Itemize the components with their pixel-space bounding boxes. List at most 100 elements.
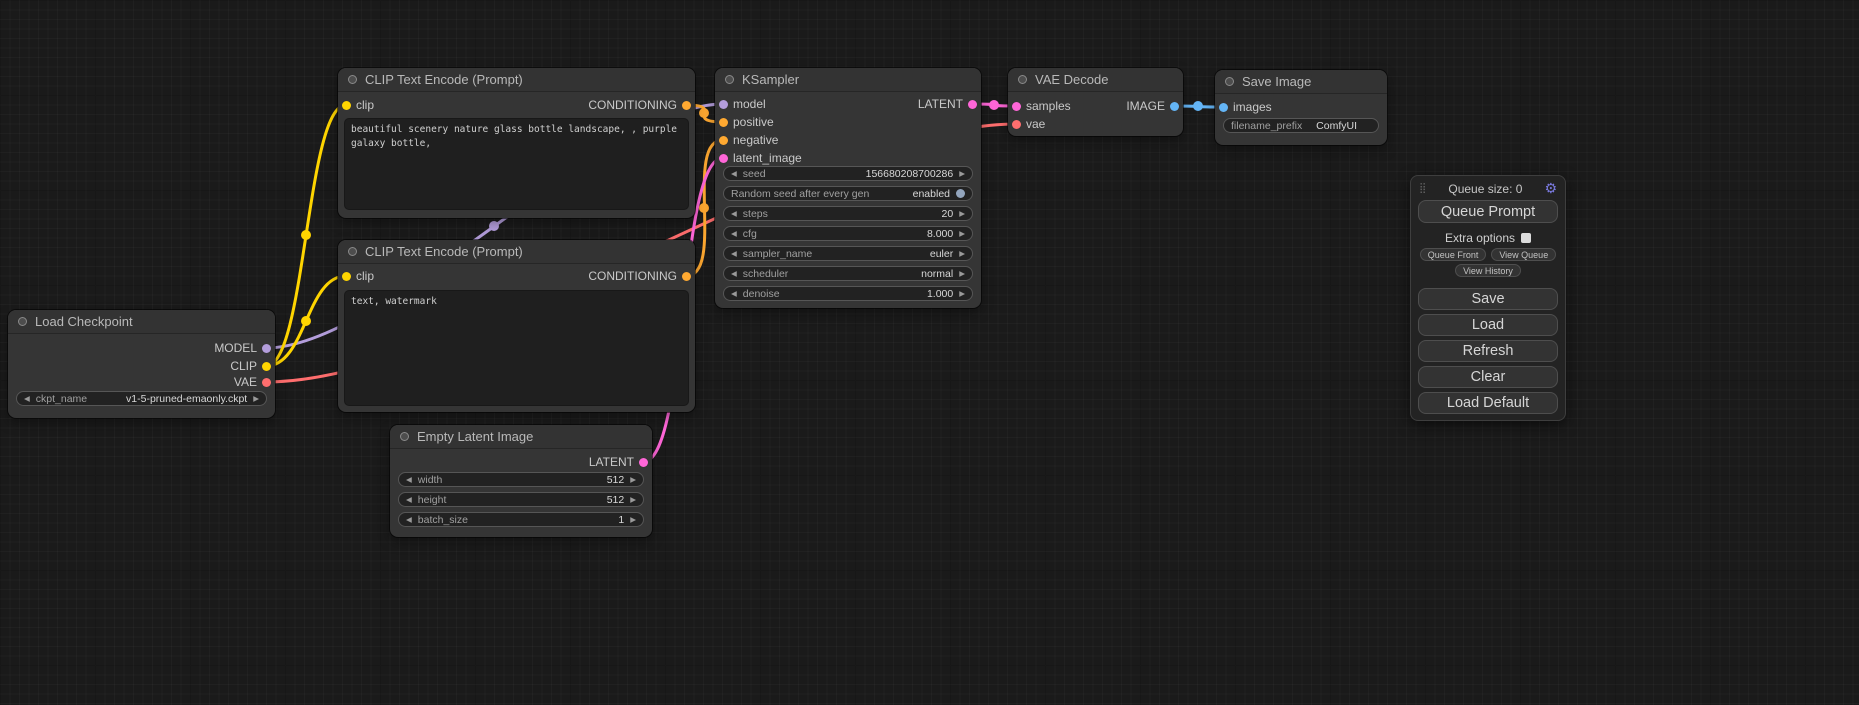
widget-cfg[interactable]: ◀ cfg 8.000 ▶	[723, 226, 973, 241]
queue-prompt-button[interactable]: Queue Prompt	[1418, 200, 1558, 223]
output-dot-vae[interactable]	[262, 378, 271, 387]
increment-arrow-icon[interactable]: ▶	[630, 516, 636, 524]
wire-midpoint-dot[interactable]	[989, 100, 999, 110]
increment-arrow-icon[interactable]: ▶	[959, 270, 965, 278]
input-dot-clip[interactable]	[342, 101, 351, 110]
input-dot-images[interactable]	[1219, 103, 1228, 112]
clear-button[interactable]: Clear	[1418, 366, 1558, 388]
node-collapse-dot[interactable]	[725, 75, 734, 84]
widget-sampler-name[interactable]: ◀ sampler_name euler ▶	[723, 246, 973, 261]
widget-steps[interactable]: ◀ steps 20 ▶	[723, 206, 973, 221]
toggle-knob[interactable]	[956, 189, 965, 198]
node-title-bar[interactable]: VAE Decode	[1008, 68, 1183, 92]
node-title-bar[interactable]: Save Image	[1215, 70, 1387, 94]
node-vae-decode[interactable]: VAE Decode samples vae IMAGE	[1008, 68, 1183, 136]
prompt-textarea[interactable]: text, watermark	[344, 290, 689, 406]
increment-arrow-icon[interactable]: ▶	[959, 170, 965, 178]
wire-midpoint-dot[interactable]	[301, 316, 311, 326]
input-dot-negative[interactable]	[719, 136, 728, 145]
input-label: samples	[1026, 99, 1071, 113]
wire-midpoint-dot[interactable]	[699, 108, 709, 118]
output-dot-conditioning[interactable]	[682, 101, 691, 110]
increment-arrow-icon[interactable]: ▶	[959, 290, 965, 298]
drag-handle-icon[interactable]: ⣿	[1419, 184, 1426, 194]
widget-width[interactable]: ◀ width 512 ▶	[398, 472, 644, 487]
node-graph-canvas[interactable]: Load Checkpoint MODEL CLIP VAE ◀ ckpt_na…	[0, 0, 1859, 705]
node-load-checkpoint[interactable]: Load Checkpoint MODEL CLIP VAE ◀ ckpt_na…	[8, 310, 275, 418]
output-dot-clip[interactable]	[262, 362, 271, 371]
increment-arrow-icon[interactable]: ▶	[959, 230, 965, 238]
wire-midpoint-dot[interactable]	[489, 221, 499, 231]
output-dot-image[interactable]	[1170, 102, 1179, 111]
node-collapse-dot[interactable]	[1018, 75, 1027, 84]
load-button[interactable]: Load	[1418, 314, 1558, 336]
wire-midpoint-dot[interactable]	[699, 203, 709, 213]
decrement-arrow-icon[interactable]: ◀	[731, 210, 737, 218]
node-title-bar[interactable]: Empty Latent Image	[390, 425, 652, 449]
decrement-arrow-icon[interactable]: ◀	[731, 290, 737, 298]
save-button[interactable]: Save	[1418, 288, 1558, 310]
input-dot-vae[interactable]	[1012, 120, 1021, 129]
decrement-arrow-icon[interactable]: ◀	[406, 496, 412, 504]
widget-label: steps	[743, 208, 768, 220]
node-save-image[interactable]: Save Image images filename_prefix ComfyU…	[1215, 70, 1387, 145]
refresh-button[interactable]: Refresh	[1418, 340, 1558, 362]
prompt-textarea[interactable]: beautiful scenery nature glass bottle la…	[344, 118, 689, 210]
increment-arrow-icon[interactable]: ▶	[630, 496, 636, 504]
node-title-bar[interactable]: CLIP Text Encode (Prompt)	[338, 68, 695, 92]
increment-arrow-icon[interactable]: ▶	[959, 210, 965, 218]
increment-arrow-icon[interactable]: ▶	[253, 395, 259, 403]
node-collapse-dot[interactable]	[348, 247, 357, 256]
input-dot-clip[interactable]	[342, 272, 351, 281]
decrement-arrow-icon[interactable]: ◀	[731, 250, 737, 258]
queue-size-label: Queue size: 0	[1426, 182, 1544, 196]
extra-options-checkbox[interactable]	[1521, 233, 1531, 243]
view-queue-button[interactable]: View Queue	[1491, 248, 1556, 261]
wire-midpoint-dot[interactable]	[1193, 101, 1203, 111]
input-label: positive	[733, 115, 774, 129]
input-dot-samples[interactable]	[1012, 102, 1021, 111]
widget-scheduler[interactable]: ◀ scheduler normal ▶	[723, 266, 973, 281]
node-title-bar[interactable]: KSampler	[715, 68, 981, 92]
output-dot-latent[interactable]	[639, 458, 648, 467]
decrement-arrow-icon[interactable]: ◀	[731, 230, 737, 238]
decrement-arrow-icon[interactable]: ◀	[24, 395, 30, 403]
node-collapse-dot[interactable]	[1225, 77, 1234, 86]
widget-batch-size[interactable]: ◀ batch_size 1 ▶	[398, 512, 644, 527]
input-dot-model[interactable]	[719, 100, 728, 109]
settings-gear-icon[interactable]: ⚙	[1544, 182, 1557, 196]
widget-seed[interactable]: ◀ seed 156680208700286 ▶	[723, 166, 973, 181]
wire-midpoint-dot[interactable]	[301, 230, 311, 240]
input-dot-positive[interactable]	[719, 118, 728, 127]
queue-panel-header[interactable]: ⣿ Queue size: 0 ⚙	[1419, 181, 1557, 197]
increment-arrow-icon[interactable]: ▶	[630, 476, 636, 484]
decrement-arrow-icon[interactable]: ◀	[406, 476, 412, 484]
output-dot-model[interactable]	[262, 344, 271, 353]
output-dot-latent[interactable]	[968, 100, 977, 109]
decrement-arrow-icon[interactable]: ◀	[731, 170, 737, 178]
output-dot-conditioning[interactable]	[682, 272, 691, 281]
widget-filename-prefix[interactable]: filename_prefix ComfyUI	[1223, 118, 1379, 133]
node-collapse-dot[interactable]	[400, 432, 409, 441]
node-clip-text-encode-negative[interactable]: CLIP Text Encode (Prompt) clip CONDITION…	[338, 240, 695, 412]
node-collapse-dot[interactable]	[348, 75, 357, 84]
widget-random-seed-toggle[interactable]: Random seed after every gen enabled	[723, 186, 973, 201]
widget-value: 8.000	[927, 228, 953, 240]
queue-front-button[interactable]: Queue Front	[1420, 248, 1487, 261]
input-dot-latent-image[interactable]	[719, 154, 728, 163]
increment-arrow-icon[interactable]: ▶	[959, 250, 965, 258]
node-title-bar[interactable]: CLIP Text Encode (Prompt)	[338, 240, 695, 264]
widget-ckpt-name[interactable]: ◀ ckpt_name v1-5-pruned-emaonly.ckpt ▶	[16, 391, 267, 406]
node-empty-latent-image[interactable]: Empty Latent Image LATENT ◀ width 512 ▶ …	[390, 425, 652, 537]
decrement-arrow-icon[interactable]: ◀	[406, 516, 412, 524]
widget-denoise[interactable]: ◀ denoise 1.000 ▶	[723, 286, 973, 301]
history-controls-row: View History	[1411, 264, 1565, 277]
decrement-arrow-icon[interactable]: ◀	[731, 270, 737, 278]
view-history-button[interactable]: View History	[1455, 264, 1521, 277]
node-clip-text-encode-positive[interactable]: CLIP Text Encode (Prompt) clip CONDITION…	[338, 68, 695, 218]
widget-height[interactable]: ◀ height 512 ▶	[398, 492, 644, 507]
node-collapse-dot[interactable]	[18, 317, 27, 326]
node-title-bar[interactable]: Load Checkpoint	[8, 310, 275, 334]
load-default-button[interactable]: Load Default	[1418, 392, 1558, 414]
node-ksampler[interactable]: KSampler model positive negative latent_…	[715, 68, 981, 308]
